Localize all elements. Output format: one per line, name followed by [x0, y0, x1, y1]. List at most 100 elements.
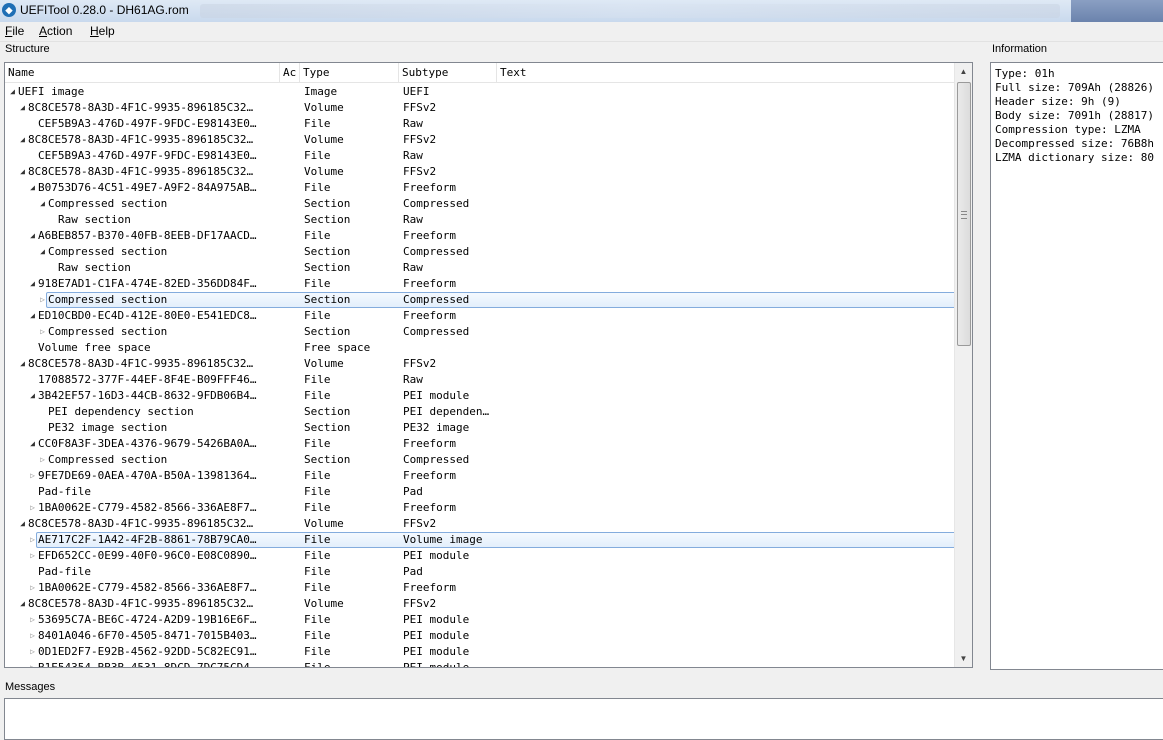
- expanded-arrow-icon[interactable]: ◢: [18, 356, 27, 372]
- vertical-splitter[interactable]: [978, 44, 984, 670]
- expanded-arrow-icon[interactable]: ◢: [18, 164, 27, 180]
- tree-row[interactable]: ◢ ED10CBD0-EC4D-412E-80E0-E541EDC8… File Fr…: [5, 308, 958, 324]
- tree-row[interactable]: ▷ 0D1ED2F7-E92B-4562-92DD-5C82EC91… File PE…: [5, 644, 958, 660]
- tree-cell-subtype: Freeform: [403, 309, 456, 322]
- tree-cell-type: File: [304, 645, 331, 658]
- tree-row[interactable]: ◢ Compressed section Section Compressed: [5, 196, 958, 212]
- tree-row[interactable]: ▷ 1BA0062E-C779-4582-8566-336AE8F7… File Fr…: [5, 500, 958, 516]
- expanded-arrow-icon[interactable]: ◢: [38, 196, 47, 212]
- tree-row[interactable]: ◢ 3B42EF57-16D3-44CB-8632-9FDB06B4… File PE…: [5, 388, 958, 404]
- tree-header: Name Ac Type Subtype Text: [5, 63, 958, 83]
- tree-row[interactable]: ▷ Compressed section Section Compressed: [5, 324, 958, 340]
- menu-action[interactable]: Action: [39, 24, 72, 38]
- tree-row[interactable]: PE32 image section Section PE32 image: [5, 420, 958, 436]
- menu-help[interactable]: Help: [90, 24, 115, 38]
- collapsed-arrow-icon[interactable]: ▷: [28, 468, 37, 484]
- tree-row[interactable]: ▷ Compressed section Section Compressed: [5, 452, 958, 468]
- collapsed-arrow-icon[interactable]: ▷: [38, 452, 47, 468]
- expanded-arrow-icon[interactable]: ◢: [28, 228, 37, 244]
- scroll-up-arrow-icon[interactable]: ▲: [955, 63, 972, 80]
- tree-cell-type: File: [304, 661, 331, 668]
- tree-row[interactable]: Pad-file File Pad: [5, 564, 958, 580]
- menu-file[interactable]: File: [5, 24, 24, 38]
- collapsed-arrow-icon[interactable]: ▷: [38, 292, 47, 308]
- scroll-down-arrow-icon[interactable]: ▼: [955, 650, 972, 667]
- tree-cell-type: File: [304, 581, 331, 594]
- tree-cell-subtype: Raw: [403, 373, 423, 386]
- collapsed-arrow-icon[interactable]: ▷: [28, 612, 37, 628]
- collapsed-arrow-icon[interactable]: ▷: [28, 644, 37, 660]
- tree-row[interactable]: ◢ UEFI image Image UEFI: [5, 84, 958, 100]
- collapsed-arrow-icon[interactable]: ▷: [28, 548, 37, 564]
- tree-row[interactable]: ◢ 8C8CE578-8A3D-4F1C-9935-896185C32… Volum…: [5, 164, 958, 180]
- tree-row[interactable]: ◢ CC0F8A3F-3DEA-4376-9679-5426BA0A… File Fr…: [5, 436, 958, 452]
- expanded-arrow-icon[interactable]: ◢: [28, 436, 37, 452]
- tree-cell-name: CEF5B9A3-476D-497F-9FDC-E98143E0…: [38, 149, 257, 162]
- tree-cell-name: Raw section: [58, 261, 131, 274]
- column-header-name[interactable]: Name: [5, 63, 280, 82]
- tree-row[interactable]: ▷ 53695C7A-BE6C-4724-A2D9-19B16E6F… File PE…: [5, 612, 958, 628]
- tree-row[interactable]: ▷ AE717C2F-1A42-4F2B-8861-78B79CA0… File Vo…: [5, 532, 958, 548]
- tree-cell-name: 8401A046-6F70-4505-8471-7015B403…: [38, 629, 257, 642]
- tree-row[interactable]: ◢ 8C8CE578-8A3D-4F1C-9935-896185C32… Volum…: [5, 132, 958, 148]
- tree-row[interactable]: ◢ 8C8CE578-8A3D-4F1C-9935-896185C32… Volum…: [5, 100, 958, 116]
- collapsed-arrow-icon[interactable]: ▷: [28, 500, 37, 516]
- expanded-arrow-icon[interactable]: ◢: [28, 180, 37, 196]
- info-line: Type: 01h: [995, 67, 1055, 80]
- column-header-subtype[interactable]: Subtype: [399, 63, 497, 82]
- expanded-arrow-icon[interactable]: ◢: [18, 100, 27, 116]
- collapsed-arrow-icon[interactable]: ▷: [28, 660, 37, 667]
- tree-row[interactable]: ◢ 8C8CE578-8A3D-4F1C-9935-896185C32… Volum…: [5, 596, 958, 612]
- tree-row[interactable]: Raw section Section Raw: [5, 260, 958, 276]
- expanded-arrow-icon[interactable]: ◢: [28, 276, 37, 292]
- information-panel[interactable]: Type: 01h Full size: 709Ah (28826) Header …: [990, 62, 1163, 670]
- tree-cell-type: File: [304, 613, 331, 626]
- tree-row[interactable]: ◢ 918E7AD1-C1FA-474E-82ED-356DD84F… File Fr…: [5, 276, 958, 292]
- tree-cell-type: Volume: [304, 165, 344, 178]
- tree-cell-type: File: [304, 229, 331, 242]
- column-header-type[interactable]: Type: [300, 63, 399, 82]
- tree-row[interactable]: ◢ Compressed section Section Compressed: [5, 244, 958, 260]
- expanded-arrow-icon[interactable]: ◢: [38, 244, 47, 260]
- tree-row[interactable]: ▷ Compressed section Section Compressed: [5, 292, 958, 308]
- tree-row[interactable]: ◢ 8C8CE578-8A3D-4F1C-9935-896185C32… Volum…: [5, 516, 958, 532]
- tree-row[interactable]: CEF5B9A3-476D-497F-9FDC-E98143E0… File Raw: [5, 148, 958, 164]
- structure-tree[interactable]: Name Ac Type Subtype Text ◢ UEFI image Ima…: [4, 62, 973, 668]
- column-header-action[interactable]: Ac: [280, 63, 300, 82]
- collapsed-arrow-icon[interactable]: ▷: [28, 580, 37, 596]
- messages-panel[interactable]: [4, 698, 1163, 740]
- collapsed-arrow-icon[interactable]: ▷: [28, 532, 37, 548]
- collapsed-arrow-icon[interactable]: ▷: [38, 324, 47, 340]
- tree-row[interactable]: Pad-file File Pad: [5, 484, 958, 500]
- collapsed-arrow-icon[interactable]: ▷: [28, 628, 37, 644]
- tree-cell-subtype: PE32 image: [403, 421, 470, 434]
- expanded-arrow-icon[interactable]: ◢: [18, 596, 27, 612]
- tree-row[interactable]: ▷ 9FE7DE69-0AEA-470A-B50A-13981364… File Fr…: [5, 468, 958, 484]
- menu-help-label: elp: [98, 24, 115, 38]
- tree-row[interactable]: ▷ 1BA0062E-C779-4582-8566-336AE8F7… File Fr…: [5, 580, 958, 596]
- tree-row[interactable]: ▷ B1E54354-BB3B-4531-8DCD-7DC75CD4… File PE…: [5, 660, 958, 668]
- tree-row[interactable]: ▷ 8401A046-6F70-4505-8471-7015B403… File PE…: [5, 628, 958, 644]
- column-header-text[interactable]: Text: [497, 63, 958, 82]
- tree-row[interactable]: 17088572-377F-44EF-8F4E-B09FFF46… File Raw: [5, 372, 958, 388]
- tree-row[interactable]: CEF5B9A3-476D-497F-9FDC-E98143E0… File Raw: [5, 116, 958, 132]
- tree-row[interactable]: Volume free space Free space: [5, 340, 958, 356]
- expanded-arrow-icon[interactable]: ◢: [28, 308, 37, 324]
- tree-row[interactable]: ▷ EFD652CC-0E99-40F0-96C0-E08C0890… File PE…: [5, 548, 958, 564]
- menu-action-accel: A: [39, 24, 48, 38]
- tree-vertical-scrollbar[interactable]: ▲ ▼: [954, 63, 972, 667]
- tree-cell-type: File: [304, 437, 331, 450]
- tree-row[interactable]: ◢ B0753D76-4C51-49E7-A9F2-84A975AB… File Fr…: [5, 180, 958, 196]
- tree-cell-subtype: Compressed: [403, 197, 470, 210]
- window-controls[interactable]: [1071, 0, 1163, 22]
- expanded-arrow-icon[interactable]: ◢: [8, 84, 17, 100]
- scroll-thumb[interactable]: [957, 82, 971, 346]
- expanded-arrow-icon[interactable]: ◢: [18, 516, 27, 532]
- tree-cell-name: PE32 image section: [48, 421, 168, 434]
- expanded-arrow-icon[interactable]: ◢: [18, 132, 27, 148]
- tree-row[interactable]: ◢ A6BEB857-B370-40FB-8EEB-DF17AACD… File Fr…: [5, 228, 958, 244]
- tree-row[interactable]: ◢ 8C8CE578-8A3D-4F1C-9935-896185C32… Volum…: [5, 356, 958, 372]
- tree-row[interactable]: PEI dependency section Section PEI depende…: [5, 404, 958, 420]
- expanded-arrow-icon[interactable]: ◢: [28, 388, 37, 404]
- tree-row[interactable]: Raw section Section Raw: [5, 212, 958, 228]
